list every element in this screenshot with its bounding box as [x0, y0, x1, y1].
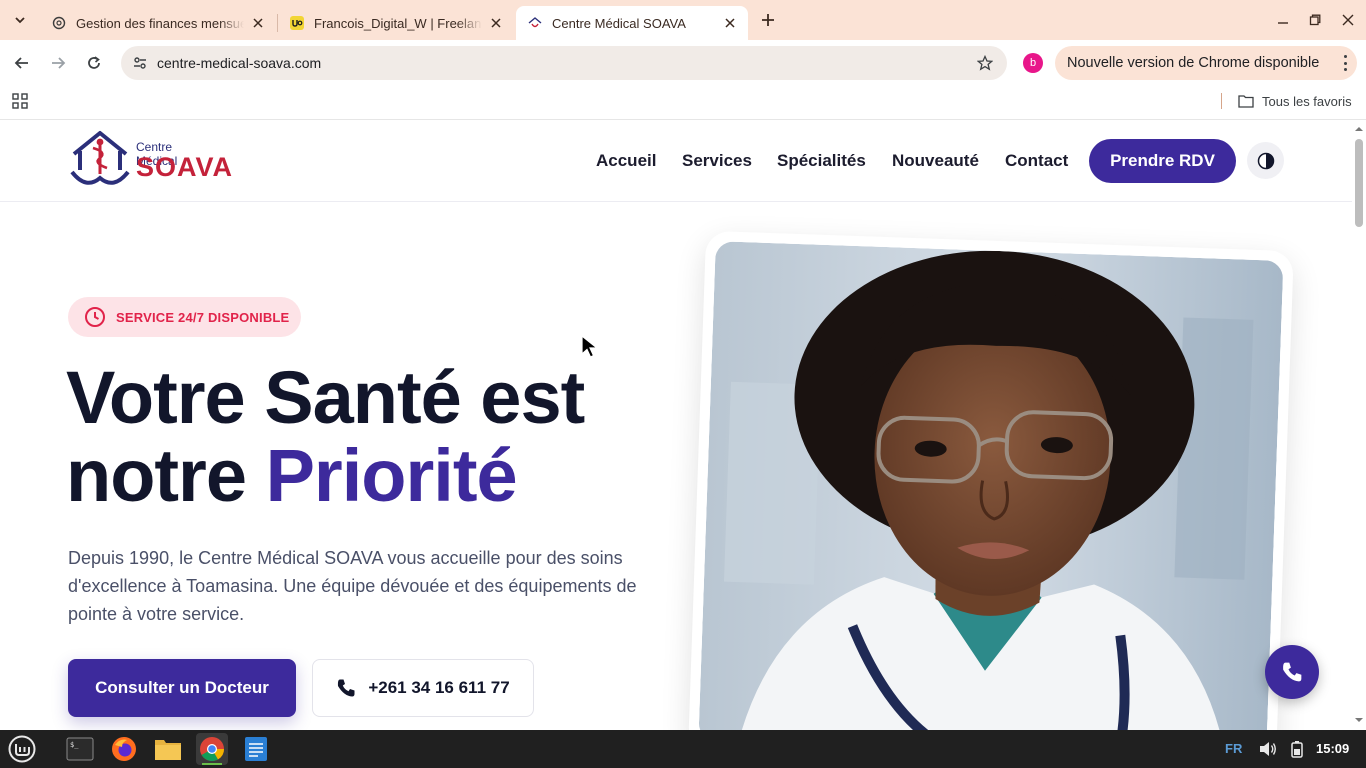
phone-icon [338, 679, 355, 697]
bookmarks-separator [1221, 93, 1222, 109]
mint-menu-button[interactable] [6, 733, 38, 765]
reload-icon [88, 56, 100, 69]
soava-logo-icon [70, 131, 130, 185]
close-icon[interactable] [488, 15, 504, 31]
badge-text: SERVICE 24/7 DISPONIBLE [116, 309, 290, 325]
all-bookmarks-label: Tous les favoris [1262, 93, 1352, 109]
site-info-icon[interactable] [131, 54, 149, 72]
close-window-button[interactable] [1338, 10, 1358, 30]
hero-title: Votre Santé est notre Priorité [66, 356, 585, 515]
tab-freelance[interactable]: Francois_Digital_W | Freelan [278, 6, 514, 40]
upwork-icon [290, 16, 304, 30]
tab-finances[interactable]: Gestion des finances mensue [40, 6, 276, 40]
close-icon[interactable] [722, 15, 738, 31]
nav-specialites[interactable]: Spécialités [777, 151, 866, 171]
browser-toolbar: centre-medical-soava.com b Nouvelle vers… [0, 40, 1366, 86]
minimize-button[interactable] [1273, 10, 1293, 30]
site-logo[interactable]: Centre Médical SOAVA [70, 130, 232, 192]
doctor-photo-frame [688, 230, 1294, 730]
arrow-left-icon [14, 57, 28, 69]
svg-text:$_: $_ [70, 741, 79, 749]
nav-accueil[interactable]: Accueil [596, 151, 656, 171]
star-icon[interactable] [975, 53, 995, 73]
all-bookmarks-button[interactable]: Tous les favoris [1238, 92, 1352, 110]
update-notice-text: Nouvelle version de Chrome disponible [1067, 55, 1320, 71]
folder-icon [1238, 95, 1254, 108]
battery-icon[interactable] [1288, 740, 1306, 758]
site-header: Centre Médical SOAVA Accueil Services Sp… [0, 121, 1352, 202]
scroll-down-arrow-icon[interactable] [1355, 716, 1363, 724]
plus-icon [762, 14, 774, 26]
close-icon[interactable] [250, 15, 266, 31]
scroll-up-arrow-icon[interactable] [1355, 125, 1363, 133]
text-editor-icon [245, 737, 267, 761]
soava-icon [528, 16, 542, 30]
hero-description: Depuis 1990, le Centre Médical SOAVA vou… [68, 548, 637, 624]
terminal-button[interactable]: $_ [64, 733, 96, 765]
phone-number: +261 34 16 611 77 [368, 678, 510, 697]
new-tab-button[interactable] [756, 8, 780, 32]
phone-button[interactable]: +261 34 16 611 77 [312, 659, 534, 717]
chrome-icon [200, 737, 224, 762]
nav-contact[interactable]: Contact [1005, 151, 1068, 171]
hero-title-prefix: notre [66, 434, 266, 517]
tab-soava[interactable]: Centre Médical SOAVA [516, 6, 748, 40]
scroll-thumb[interactable] [1355, 139, 1363, 227]
firefox-button[interactable] [108, 733, 140, 765]
close-icon [1342, 14, 1354, 26]
reload-button[interactable] [82, 51, 106, 75]
page-scrollbar[interactable] [1352, 121, 1366, 730]
firefox-icon [112, 737, 136, 761]
phone-icon [1283, 662, 1302, 682]
logo-title: SOAVA [136, 152, 234, 182]
mint-menu-icon [8, 735, 36, 763]
forward-button[interactable] [46, 51, 70, 75]
kebab-menu-icon[interactable] [1343, 55, 1347, 71]
bookmarks-bar: Tous les favoris [0, 86, 1366, 120]
apps-grid-icon[interactable] [12, 93, 28, 109]
active-app-indicator [202, 763, 222, 765]
chrome-update-button[interactable]: Nouvelle version de Chrome disponible [1055, 46, 1357, 80]
profile-avatar[interactable]: b [1023, 53, 1043, 73]
chrome-button[interactable] [196, 733, 228, 765]
half-moon-icon [1257, 152, 1274, 169]
files-icon [155, 740, 181, 760]
web-page: Centre Médical SOAVA Accueil Services Sp… [0, 121, 1366, 730]
terminal-icon: $_ [66, 737, 94, 761]
doctor-photo [698, 241, 1284, 730]
clock-icon [85, 307, 105, 327]
volume-icon[interactable] [1259, 740, 1277, 758]
availability-badge: SERVICE 24/7 DISPONIBLE [68, 297, 301, 337]
files-button[interactable] [152, 733, 184, 765]
theme-toggle-button[interactable] [1247, 142, 1284, 179]
floating-call-button[interactable] [1265, 645, 1319, 699]
clock[interactable]: 15:09 [1316, 741, 1349, 756]
tab-title: Gestion des finances mensue [76, 15, 244, 31]
appointment-button[interactable]: Prendre RDV [1089, 139, 1236, 183]
nav-nouveaute[interactable]: Nouveauté [892, 151, 979, 171]
hero-title-line2: notre Priorité [66, 437, 584, 515]
arrow-right-icon [52, 57, 66, 69]
taskbar: $_ FR 15:09 [0, 730, 1366, 768]
hero-title-accent: Priorité [265, 434, 518, 517]
minimize-icon [1278, 22, 1288, 24]
text-editor-button[interactable] [240, 733, 272, 765]
keyboard-layout-indicator[interactable]: FR [1225, 741, 1242, 756]
nav-services[interactable]: Services [682, 151, 752, 171]
restore-icon [1309, 14, 1321, 26]
maximize-button[interactable] [1305, 10, 1325, 30]
hero-title-line1: Votre Santé est [66, 356, 585, 439]
back-button[interactable] [10, 51, 34, 75]
tab-title: Francois_Digital_W | Freelan [314, 15, 482, 31]
tab-search-button[interactable] [8, 8, 32, 32]
chevron-down-icon [15, 17, 25, 24]
mouse-cursor-icon [581, 335, 599, 358]
consult-doctor-button[interactable]: Consulter un Docteur [68, 659, 296, 717]
url-text[interactable]: centre-medical-soava.com [157, 55, 321, 71]
openai-icon [52, 16, 66, 30]
address-bar[interactable]: centre-medical-soava.com [121, 46, 1007, 80]
tab-title: Centre Médical SOAVA [552, 15, 686, 31]
tab-strip: Gestion des finances mensue Francois_Dig… [0, 0, 1366, 40]
